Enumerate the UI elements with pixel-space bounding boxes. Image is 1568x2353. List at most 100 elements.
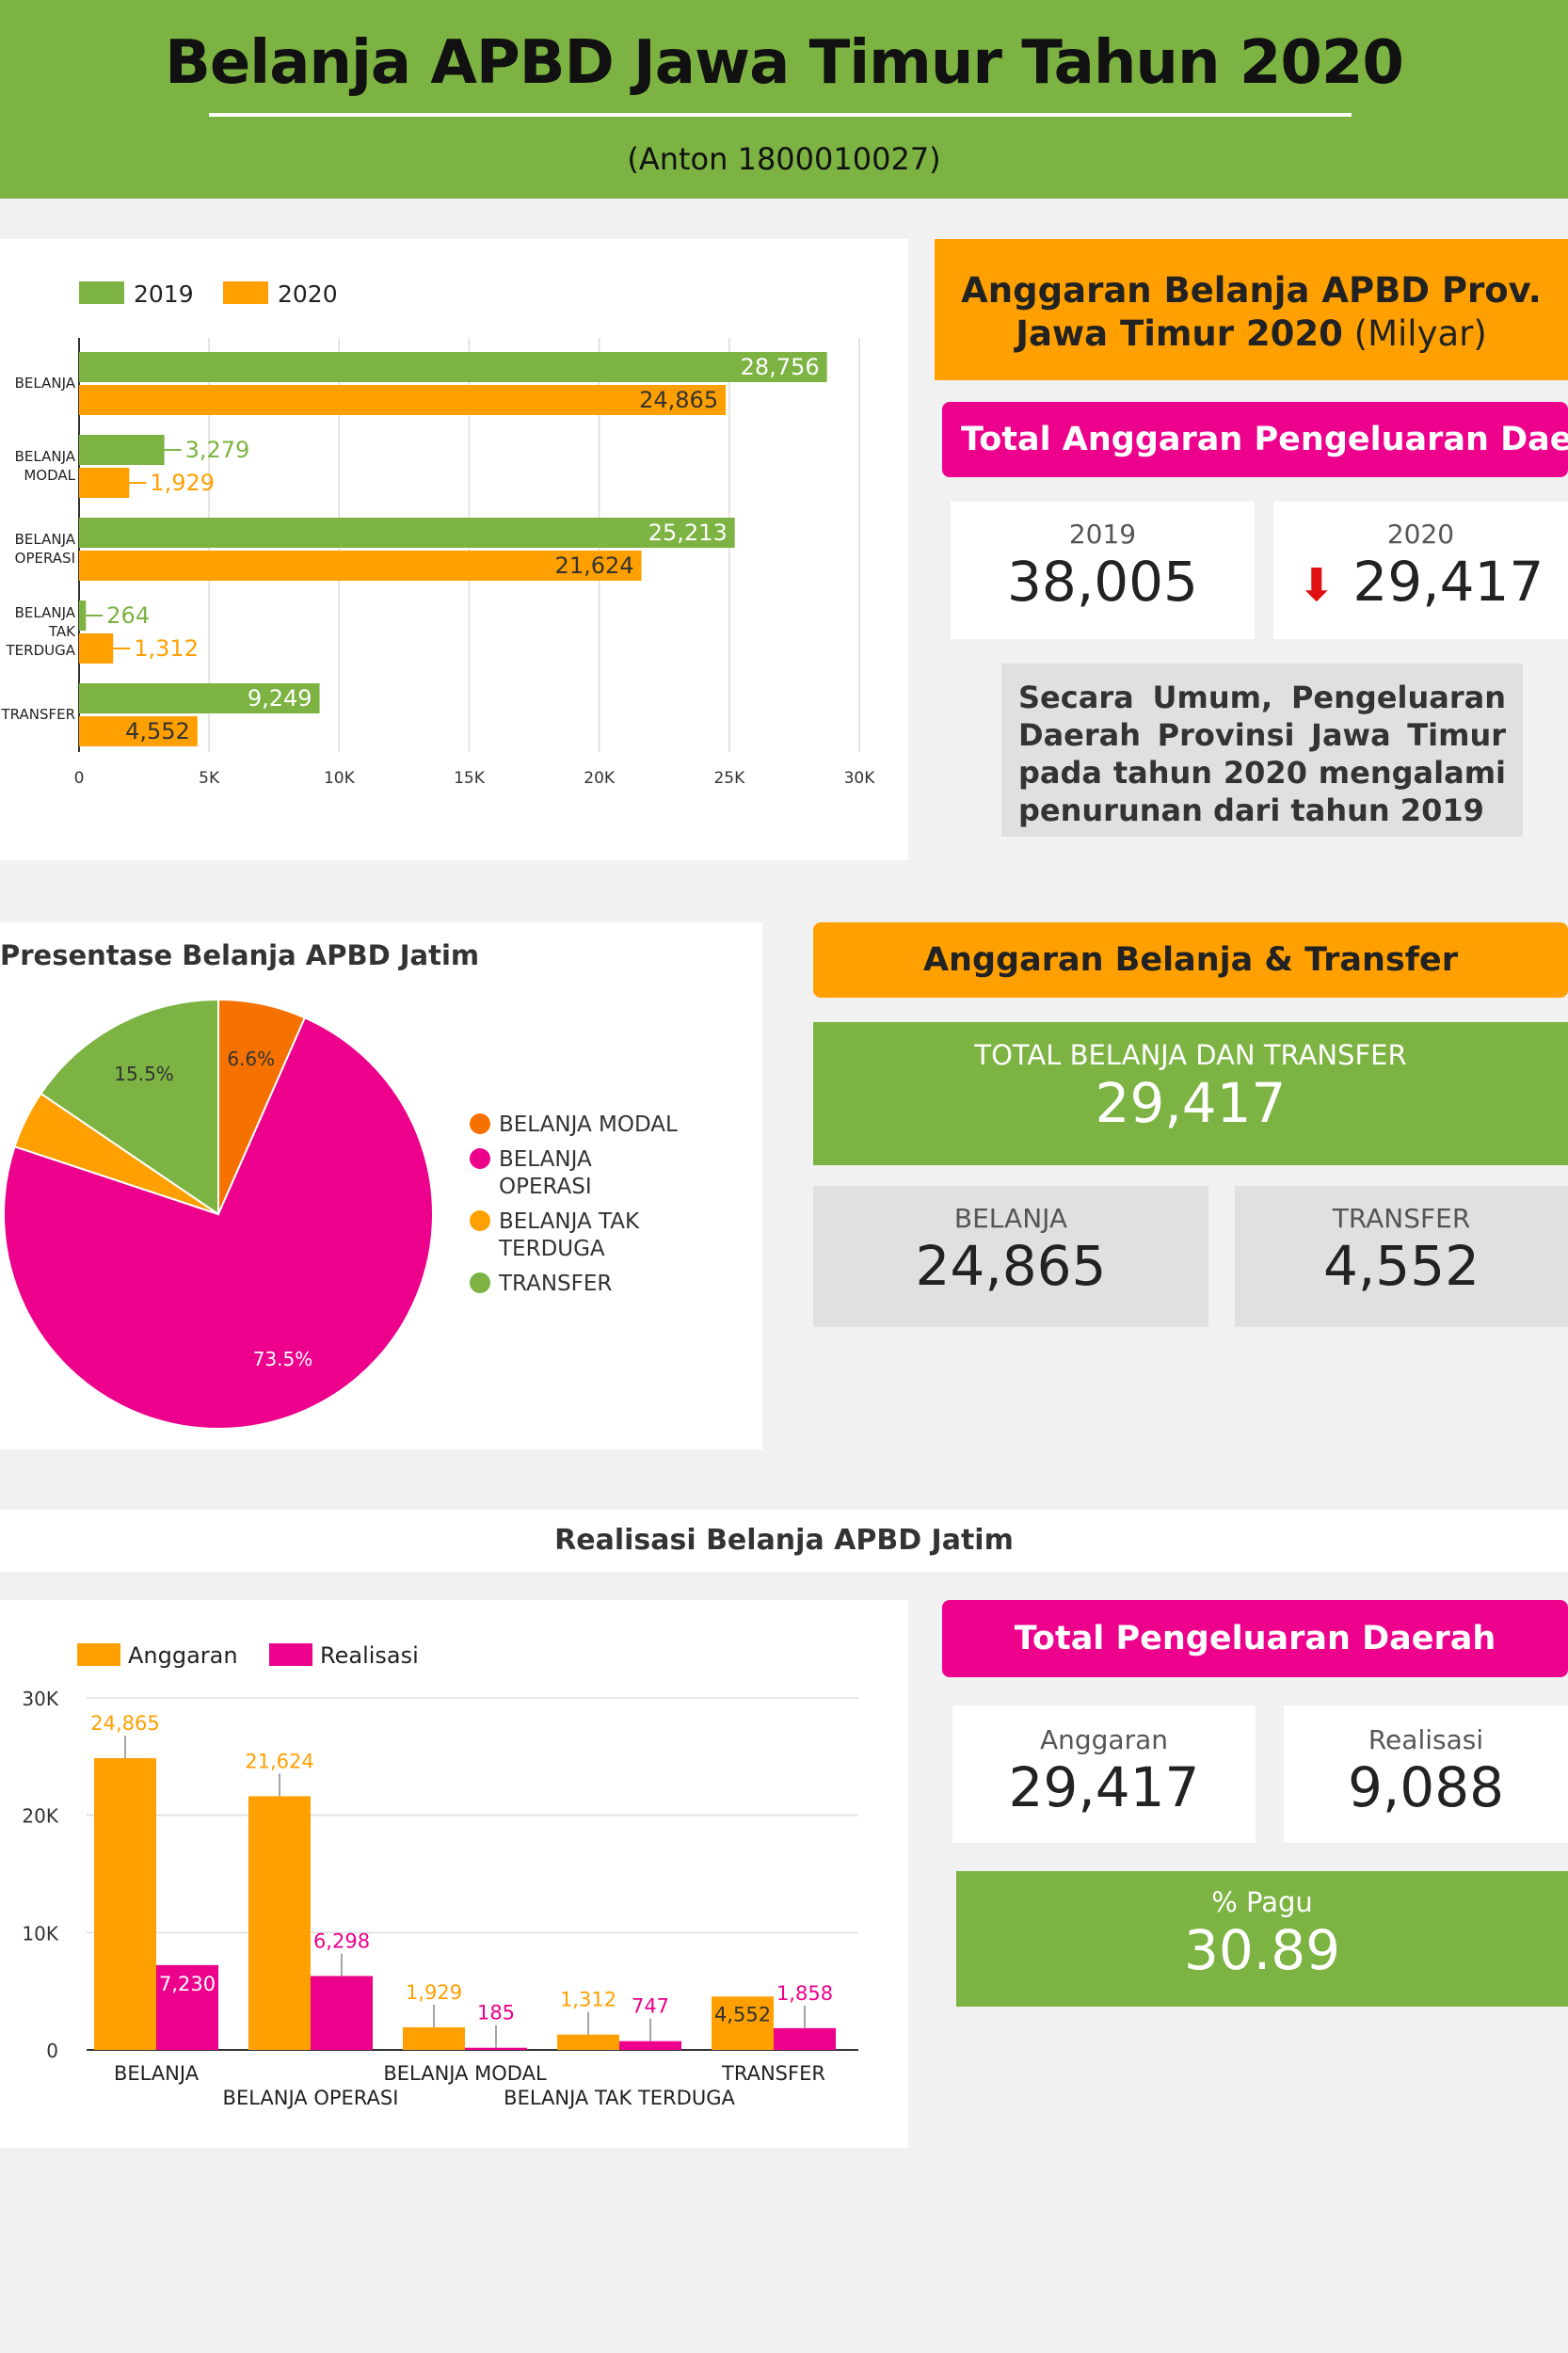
legend-swatch-2019: [79, 281, 124, 304]
legend-swatch-Anggaran: [77, 1643, 120, 1666]
data-label: 1,929: [406, 1981, 462, 2004]
legend-label-2019: 2019: [134, 280, 194, 308]
page-subtitle: (Anton 1800010027): [627, 141, 941, 177]
anggaran-stat-value: 29,417: [1008, 1755, 1200, 1819]
total-belanja-transfer: TOTAL BELANJA DAN TRANSFER 29,417: [813, 1022, 1568, 1165]
pie-slice-label: 15.5%: [114, 1063, 174, 1085]
anggaran-stat-label: Anggaran: [1039, 1724, 1169, 1755]
y-tick-label: 0: [46, 2040, 58, 2062]
realisasi-stat: Realisasi 9,088: [1284, 1705, 1568, 1843]
y-tick-label: 20K: [22, 1805, 58, 1828]
legend-label-2020: 2020: [278, 280, 338, 308]
transfer-stat-value: 4,552: [1322, 1234, 1480, 1298]
pie-chart-title: Presentase Belanja APBD Jatim: [0, 939, 479, 971]
total-belanja-transfer-label: TOTAL BELANJA DAN TRANSFER: [974, 1039, 1407, 1071]
belanja-stat: BELANJA 24,865: [813, 1186, 1208, 1327]
bar-Realisasi: [774, 2027, 836, 2050]
bar-2020: [79, 633, 114, 664]
pie-slice-label: 6.6%: [227, 1048, 275, 1070]
bar-2019: [79, 352, 827, 382]
pagu-stat-value: 30.89: [1183, 1918, 1341, 1982]
pagu-stat: % Pagu 30.89: [956, 1871, 1568, 2007]
page-title: Belanja APBD Jawa Timur Tahun 2020: [165, 28, 1404, 98]
category-label: MODAL: [24, 467, 75, 484]
bar-Anggaran: [248, 1796, 311, 2050]
y-tick-label: 10K: [22, 1922, 58, 1945]
category-label: BELANJA: [15, 531, 76, 548]
bar-Realisasi: [465, 2047, 527, 2050]
data-label: 7,230: [159, 1973, 216, 1995]
data-label: 28,756: [741, 354, 820, 380]
legend-swatch-Realisasi: [269, 1643, 312, 1666]
category-label: BELANJA: [15, 448, 76, 465]
bar-2020: [79, 385, 727, 415]
legend-dot: [470, 1273, 490, 1293]
total-pengeluaran-heading: Total Pengeluaran Daerah: [942, 1600, 1568, 1677]
data-label: 25,213: [648, 520, 728, 546]
bar-2019: [79, 518, 735, 548]
belanja-stat-value: 24,865: [915, 1234, 1107, 1298]
legend-swatch-2020: [223, 281, 268, 304]
bar-2019: [79, 435, 165, 465]
legend-label: BELANJA: [499, 1147, 592, 1172]
summary-heading-unit: (Milyar): [1353, 313, 1487, 354]
stat-2019-value: 38,005: [1007, 550, 1198, 614]
category-label: OPERASI: [15, 550, 75, 567]
legend-dot: [470, 1113, 490, 1134]
realisasi-bar-chart: 0 10K 20K 30K Anggaran Realisasi 24,865 7,230 BE…: [22, 1642, 858, 2109]
total-anggaran-label: Total Anggaran Pengeluaran Daerah: [942, 402, 1568, 477]
trend-note: Secara Umum, Pengeluaran Daerah Provinsi…: [1001, 664, 1523, 837]
bar-2020: [79, 468, 130, 498]
legend-dot: [470, 1148, 490, 1169]
data-label: 9,249: [248, 685, 312, 712]
title-underline: [209, 113, 1352, 117]
legend-label: BELANJA MODAL: [499, 1112, 678, 1137]
category-label: BELANJA: [15, 604, 76, 621]
anggaran-stat: Anggaran 29,417: [952, 1705, 1256, 1843]
bar-Realisasi: [619, 2041, 681, 2050]
bar-chart-card: 0 5K 10K 15K 20K 25K 30K 2019 2020 BELANJA 28,756 2…: [0, 239, 908, 860]
arrow-down-icon: ⬇: [1297, 559, 1336, 612]
category-label: TERDUGA: [6, 642, 76, 659]
data-label: 24,865: [90, 1712, 159, 1735]
data-label: 3,279: [185, 437, 250, 463]
x-tick-label: 5K: [199, 769, 220, 788]
data-label: 1,929: [150, 470, 215, 496]
legend-label: BELANJA TAK: [499, 1209, 640, 1234]
category-label: TRANSFER: [0, 706, 75, 723]
x-category-label: TRANSFER: [721, 2062, 825, 2085]
transfer-stat-label: TRANSFER: [1332, 1203, 1471, 1234]
data-label: 24,865: [639, 387, 718, 413]
realisasi-chart-card: 0 10K 20K 30K Anggaran Realisasi 24,865 7,230 BE…: [0, 1600, 908, 2148]
data-label: 21,624: [245, 1750, 313, 1772]
data-label: 185: [477, 2002, 515, 2025]
stat-2019: 2019 38,005: [951, 502, 1255, 639]
x-tick-label: 20K: [584, 769, 616, 788]
data-label: 6,298: [313, 1929, 370, 1952]
legend-label: OPERASI: [499, 1175, 592, 1199]
stat-2020-value: 29,417: [1352, 550, 1544, 614]
data-label: 4,552: [714, 2003, 771, 2025]
summary-heading: Anggaran Belanja APBD Prov. Jawa Timur 2…: [935, 239, 1568, 380]
legend-label: TERDUGA: [498, 1237, 605, 1261]
x-category-label: BELANJA: [114, 2062, 200, 2085]
realisasi-stat-value: 9,088: [1347, 1755, 1505, 1819]
category-label: BELANJA: [15, 375, 76, 392]
transfer-stat: TRANSFER 4,552: [1235, 1186, 1568, 1327]
data-label: 21,624: [555, 552, 634, 579]
data-label: 1,312: [134, 635, 199, 662]
stat-2020-label: 2020: [1386, 519, 1455, 550]
x-tick-label: 10K: [324, 769, 356, 788]
x-category-label: BELANJA TAK TERDUGA: [504, 2087, 735, 2109]
bar-chart-2019-2020: 0 5K 10K 15K 20K 25K 30K 2019 2020 BELANJA 28,756 2…: [0, 280, 875, 788]
anggaran-belanja-transfer-heading: Anggaran Belanja & Transfer: [813, 922, 1568, 998]
legend-dot: [470, 1210, 490, 1231]
x-category-label: BELANJA OPERASI: [223, 2087, 399, 2109]
legend-label: TRANSFER: [498, 1272, 612, 1296]
bar-2019: [79, 600, 87, 631]
realisasi-stat-label: Realisasi: [1368, 1724, 1484, 1755]
bar-Anggaran: [94, 1758, 156, 2050]
realisasi-section-title: Realisasi Belanja APBD Jatim: [0, 1510, 1568, 1572]
pagu-stat-label: % Pagu: [1211, 1886, 1313, 1918]
x-tick-label: 15K: [454, 769, 486, 788]
